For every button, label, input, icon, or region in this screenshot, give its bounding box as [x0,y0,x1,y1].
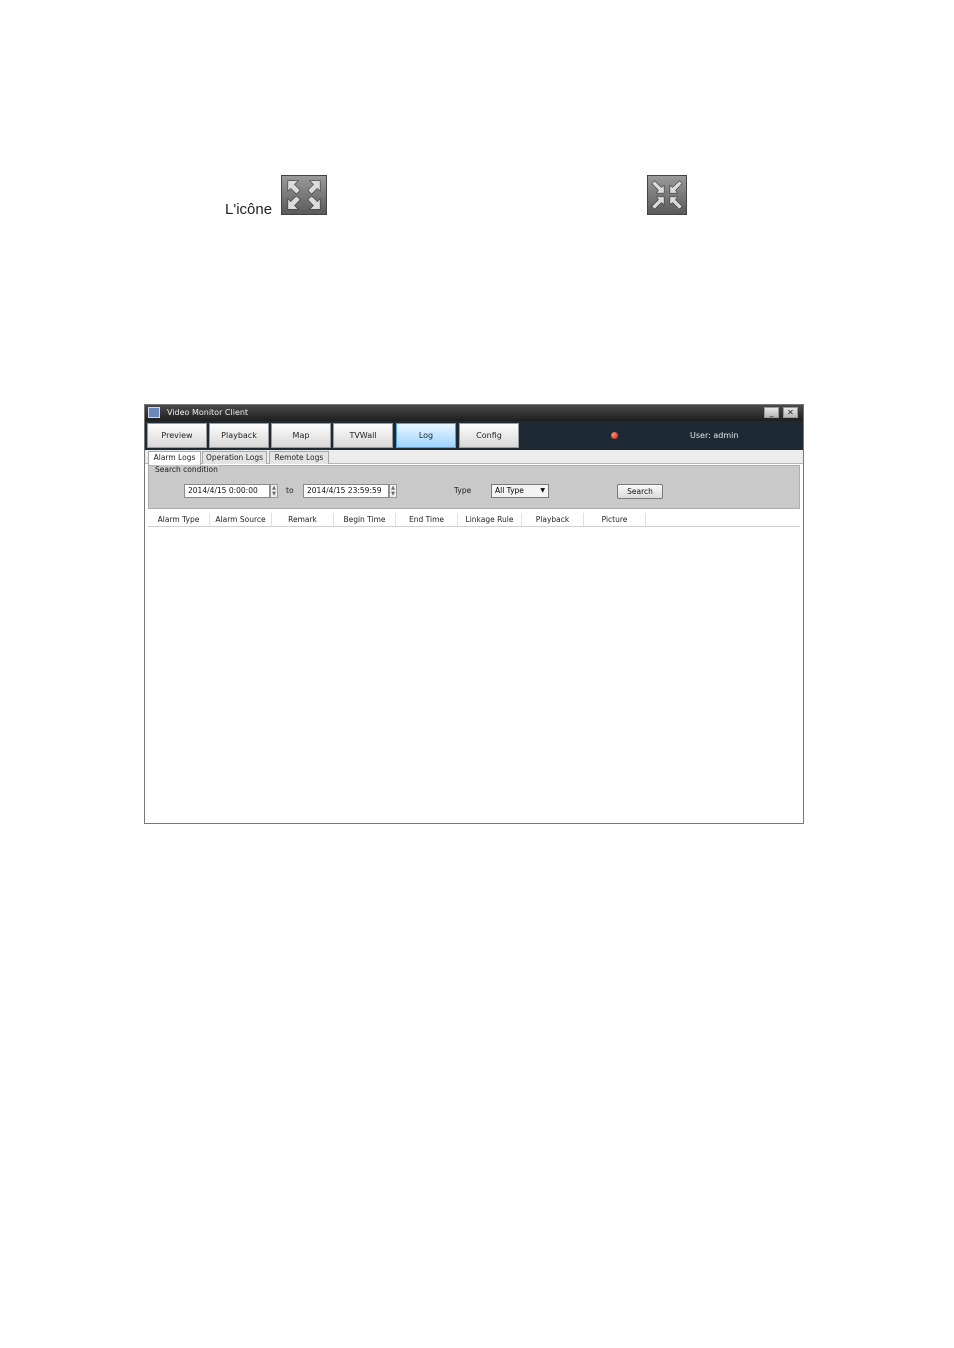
table-header: Alarm Type Alarm Source Remark Begin Tim… [148,513,800,527]
fullscreen-exit-icon [647,175,687,215]
col-linkage-rule[interactable]: Linkage Rule [458,513,522,526]
main-nav: Preview Playback Map TVWall Log Config U… [145,421,803,450]
nav-config[interactable]: Config [459,423,519,448]
start-time-spinner[interactable]: ▲ ▼ [270,484,278,498]
nav-log[interactable]: Log [396,423,456,448]
col-alarm-source[interactable]: Alarm Source [210,513,272,526]
type-label: Type [454,486,472,495]
alarm-indicator-icon[interactable] [611,432,618,439]
app-logo-icon [148,407,160,418]
nav-map[interactable]: Map [271,423,331,448]
title-bar[interactable]: Video Monitor Client _ ✕ [145,405,803,421]
col-alarm-type[interactable]: Alarm Type [148,513,210,526]
manual-text-line: L'icône [225,175,695,218]
nav-preview[interactable]: Preview [147,423,207,448]
log-tabs: Alarm Logs Operation Logs Remote Logs [145,450,803,465]
tab-remote-logs[interactable]: Remote Logs [269,451,329,464]
type-select[interactable]: All Type ▼ [491,484,549,498]
col-playback[interactable]: Playback [522,513,584,526]
manual-text: L'icône [225,201,273,218]
end-time-spinner[interactable]: ▲ ▼ [389,484,397,498]
search-condition-panel: Search condition 2014/4/15 0:00:00 ▲ ▼ to… [148,465,800,509]
end-time-field[interactable]: 2014/4/15 23:59:59 [303,484,389,498]
col-remark[interactable]: Remark [272,513,334,526]
type-select-value: All Type [495,486,524,495]
col-end-time[interactable]: End Time [396,513,458,526]
dropdown-arrow-icon: ▼ [540,487,545,494]
minimize-button[interactable]: _ [764,407,779,418]
nav-playback[interactable]: Playback [209,423,269,448]
search-condition-legend: Search condition [154,465,219,474]
col-picture[interactable]: Picture [584,513,646,526]
search-button[interactable]: Search [617,484,663,499]
fullscreen-expand-icon [281,175,327,215]
user-label: User: admin [690,431,739,440]
window-title: Video Monitor Client [167,408,249,417]
nav-tvwall[interactable]: TVWall [333,423,393,448]
tab-alarm-logs[interactable]: Alarm Logs [148,451,201,465]
close-button[interactable]: ✕ [783,407,798,418]
app-window: Video Monitor Client _ ✕ Preview Playbac… [144,404,804,824]
tab-operation-logs[interactable]: Operation Logs [202,451,267,464]
col-begin-time[interactable]: Begin Time [334,513,396,526]
to-label: to [286,486,294,495]
start-time-field[interactable]: 2014/4/15 0:00:00 [184,484,270,498]
